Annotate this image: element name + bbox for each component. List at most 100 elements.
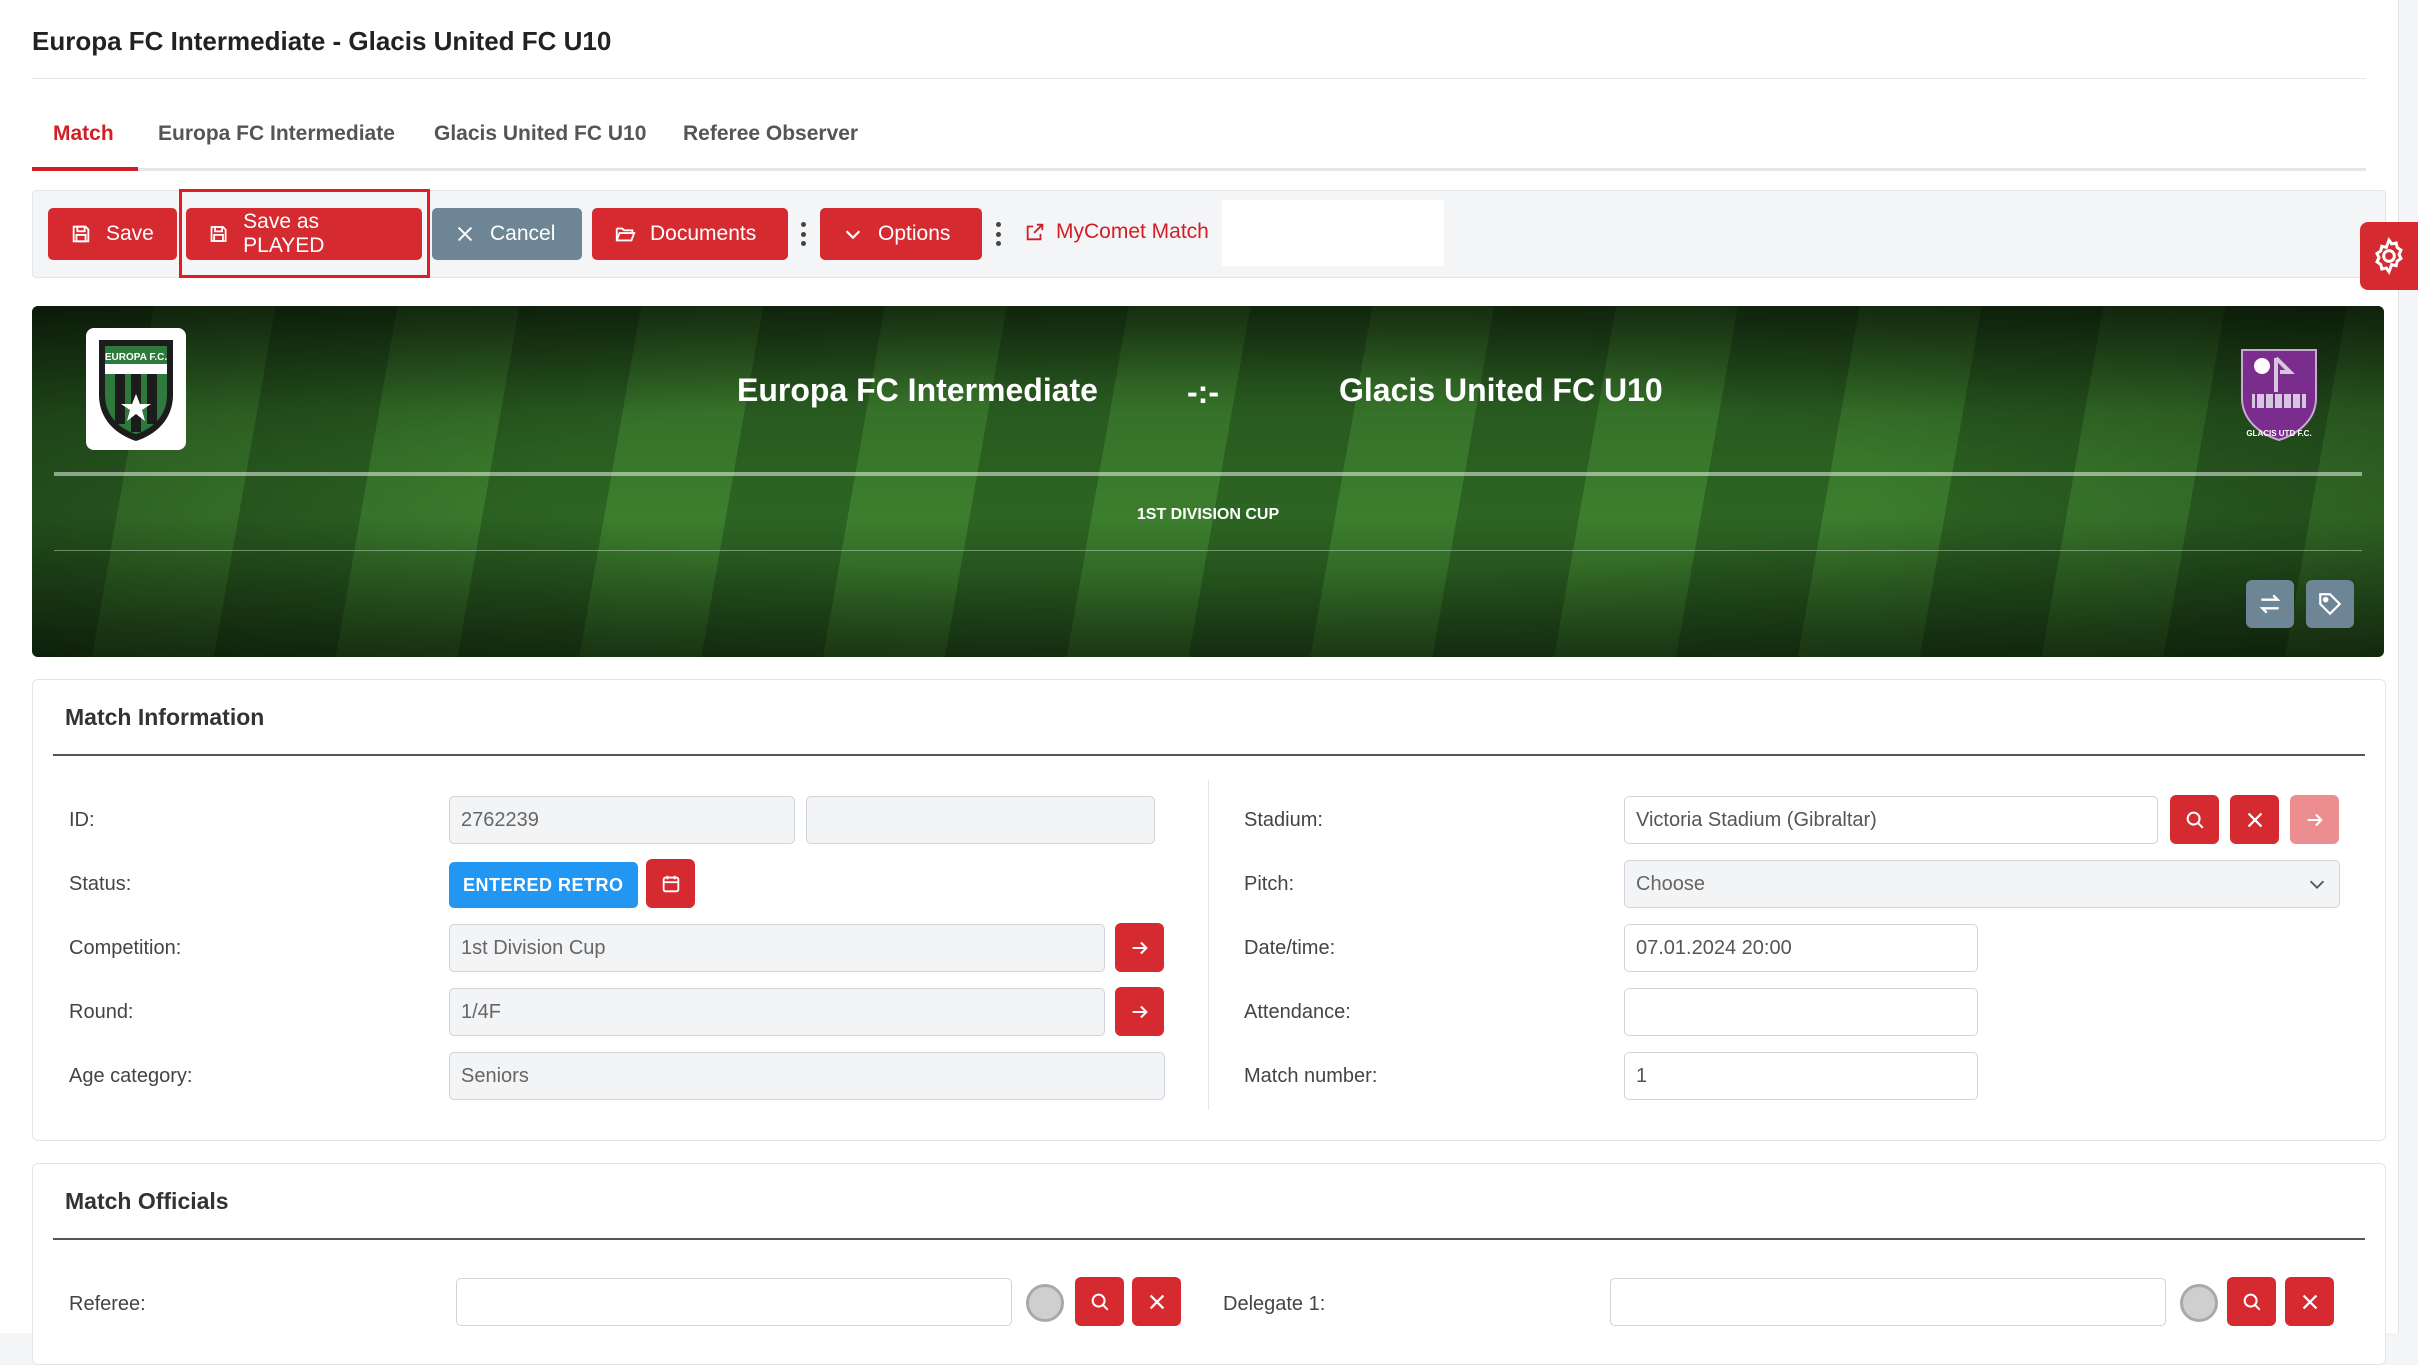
- tag-button[interactable]: [2306, 580, 2354, 628]
- match-banner: EUROPA F.C. Europa FC Intermediate -:- G…: [32, 306, 2384, 657]
- arrow-right-icon: [1132, 1005, 1148, 1018]
- panel-divider: [53, 754, 2365, 756]
- options-button[interactable]: Options: [820, 208, 982, 260]
- competition-goto-button[interactable]: [1115, 923, 1164, 972]
- id-field: 2762239: [449, 796, 795, 844]
- delegate-label: Delegate 1:: [1223, 1293, 1326, 1315]
- close-icon: [1149, 1294, 1164, 1309]
- page-title: Europa FC Intermediate - Glacis United F…: [32, 26, 612, 56]
- search-icon: [1091, 1293, 1109, 1311]
- away-team-logo: GLACIS UTD F.C.: [2232, 336, 2326, 446]
- age-category-field: Seniors: [449, 1052, 1165, 1100]
- referee-field[interactable]: [456, 1278, 1012, 1326]
- match-information-panel: Match Information: [32, 679, 2386, 1141]
- mycomet-match-link[interactable]: MyComet Match: [1024, 220, 1209, 244]
- stadium-goto-button[interactable]: [2290, 795, 2339, 844]
- close-icon: [457, 226, 473, 242]
- competition-label: 1ST DIVISION CUP: [1136, 506, 1280, 523]
- close-icon: [2302, 1294, 2317, 1309]
- search-icon: [2186, 811, 2204, 829]
- gear-icon: [2375, 236, 2403, 276]
- tag-icon: [2319, 593, 2342, 616]
- stadium-label: Stadium:: [1244, 809, 1323, 831]
- documents-button[interactable]: Documents: [592, 208, 788, 260]
- toolbar-blank-area: [1222, 200, 1444, 266]
- home-team-name: Europa FC Intermediate: [737, 372, 1098, 408]
- status-label: Status:: [69, 873, 132, 895]
- delegate-clear-button[interactable]: [2285, 1277, 2334, 1326]
- panel-divider: [53, 1238, 2365, 1240]
- save-as-played-button[interactable]: Save as PLAYED: [186, 208, 422, 260]
- kebab-menu-icon-2[interactable]: [993, 214, 1003, 254]
- title-divider: [32, 78, 2366, 79]
- folder-open-icon: [615, 227, 636, 242]
- chevron-down-icon: [2309, 880, 2325, 889]
- datetime-field[interactable]: 07.01.2024 20:00: [1624, 924, 1978, 972]
- match-officials-title: Match Officials: [65, 1188, 229, 1214]
- mycomet-match-label: MyComet Match: [1056, 220, 1209, 243]
- competition-label-field: Competition:: [69, 937, 182, 959]
- save-button-label: Save: [106, 222, 154, 245]
- round-field: 1/4F: [449, 988, 1105, 1036]
- match-number-field[interactable]: 1: [1624, 1052, 1978, 1100]
- tab-referee-observer[interactable]: Referee Observer: [683, 122, 858, 146]
- calendar-icon: [662, 875, 679, 892]
- referee-clear-button[interactable]: [1132, 1277, 1181, 1326]
- column-divider: [1208, 780, 1209, 1110]
- away-team-name: Glacis United FC U10: [1339, 372, 1663, 408]
- stadium-field[interactable]: Victoria Stadium (Gibraltar): [1624, 796, 2158, 844]
- banner-divider: [54, 472, 2362, 476]
- delegate-search-button[interactable]: [2227, 1277, 2276, 1326]
- close-icon: [2247, 812, 2262, 827]
- referee-search-button[interactable]: [1075, 1277, 1124, 1326]
- stadium-search-button[interactable]: [2170, 795, 2219, 844]
- attendance-label: Attendance:: [1244, 1001, 1351, 1023]
- swap-icon: [2259, 594, 2281, 614]
- datetime-label: Date/time:: [1244, 937, 1336, 959]
- swap-teams-button[interactable]: [2246, 580, 2294, 628]
- attendance-field[interactable]: [1624, 988, 1978, 1036]
- home-logo-text: EUROPA F.C.: [105, 352, 167, 363]
- settings-gear-button[interactable]: [2360, 222, 2418, 290]
- home-team-logo: EUROPA F.C.: [86, 328, 186, 450]
- cancel-button-label: Cancel: [490, 222, 556, 245]
- save-button[interactable]: Save: [48, 208, 177, 260]
- delegate-field[interactable]: [1610, 1278, 2166, 1326]
- arrow-right-icon: [1132, 941, 1148, 954]
- pitch-select[interactable]: Choose: [1624, 860, 2340, 908]
- kebab-menu-icon[interactable]: [798, 214, 808, 254]
- arrow-right-icon: [2307, 813, 2323, 826]
- match-number-label: Match number:: [1244, 1065, 1378, 1087]
- away-logo-text: GLACIS UTD F.C.: [2246, 429, 2311, 438]
- id-extra-field: [806, 796, 1155, 844]
- cancel-button[interactable]: Cancel: [432, 208, 582, 260]
- pitch-select-value: Choose: [1636, 872, 1705, 895]
- pitch-label: Pitch:: [1244, 873, 1295, 895]
- match-page: Europa FC Intermediate - Glacis United F…: [0, 0, 2399, 1365]
- tab-europa-fc[interactable]: Europa FC Intermediate: [158, 122, 395, 146]
- tab-match[interactable]: Match: [53, 122, 114, 146]
- save-as-played-label: Save as PLAYED: [243, 210, 325, 257]
- status-badge: ENTERED RETRO: [449, 862, 638, 908]
- round-goto-button[interactable]: [1115, 987, 1164, 1036]
- banner-vignette: [32, 306, 2384, 657]
- delegate-status-indicator: [2180, 1284, 2218, 1322]
- external-link-icon: [1026, 223, 1044, 241]
- age-category-label: Age category:: [69, 1065, 193, 1087]
- referee-status-indicator: [1026, 1284, 1064, 1322]
- match-score: -:-: [1187, 374, 1219, 410]
- active-tab-indicator: [32, 167, 138, 171]
- save-icon: [210, 226, 227, 242]
- id-label: ID:: [69, 809, 95, 831]
- save-icon: [72, 225, 90, 243]
- chevron-down-icon: [845, 230, 861, 240]
- tab-bar: Match Europa FC Intermediate Glacis Unit…: [32, 104, 2366, 171]
- status-calendar-button[interactable]: [646, 859, 695, 908]
- options-button-label: Options: [878, 222, 951, 245]
- competition-field: 1st Division Cup: [449, 924, 1105, 972]
- banner-divider-thin: [54, 550, 2362, 551]
- search-icon: [2243, 1293, 2261, 1311]
- stadium-clear-button[interactable]: [2230, 795, 2279, 844]
- match-information-title: Match Information: [65, 704, 265, 730]
- tab-glacis-united[interactable]: Glacis United FC U10: [434, 122, 646, 146]
